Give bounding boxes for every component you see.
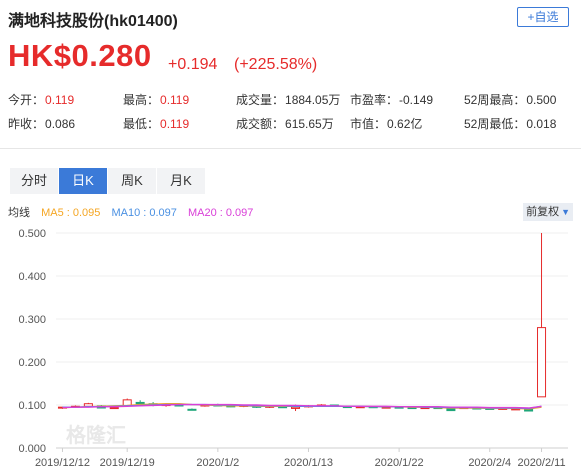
x-tick-label: 2020/2/11	[517, 457, 565, 469]
y-tick-label: 0.300	[18, 314, 46, 326]
watermark-logo: 格隆汇	[66, 423, 126, 447]
candle-body	[135, 401, 145, 405]
kline-chart[interactable]: 0.500 0.400 0.300 0.200 0.100 0.000 2019/12/12…	[0, 0, 581, 471]
candle-body	[187, 408, 197, 411]
y-tick-label: 0.000	[18, 443, 46, 455]
y-tick-label: 0.200	[18, 357, 46, 369]
x-tick-label: 2019/12/12	[35, 457, 90, 469]
candle-body	[291, 406, 301, 409]
y-tick-label: 0.100	[18, 400, 46, 412]
y-tick-label: 0.400	[18, 271, 46, 283]
candle-body	[109, 407, 119, 410]
x-tick-label: 2020/1/2	[196, 457, 239, 469]
x-tick-label: 2019/12/19	[100, 457, 155, 469]
x-tick-label: 2020/1/13	[284, 457, 333, 469]
x-tick-label: 2020/1/22	[375, 457, 424, 469]
candle-body	[83, 403, 93, 407]
x-tick-label: 2020/2/4	[468, 457, 511, 469]
y-tick-label: 0.500	[18, 228, 46, 240]
candle-body	[537, 327, 547, 398]
